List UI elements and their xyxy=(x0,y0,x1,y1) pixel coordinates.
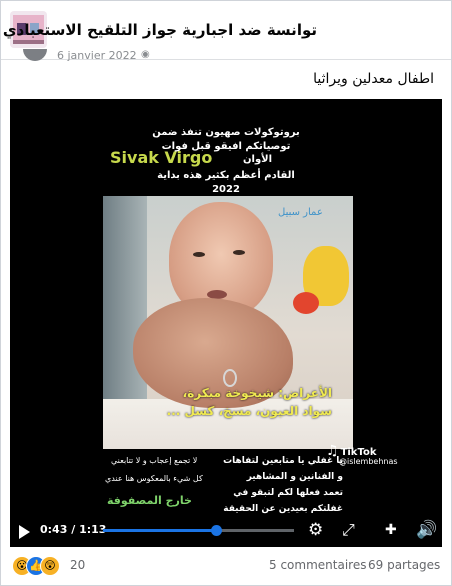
video-overlay-line: الأوان xyxy=(243,154,273,165)
volume-icon[interactable]: 🔊 xyxy=(416,520,437,540)
group-title[interactable]: توانسة ضد اجبارية جواز التلقيح الاستعباد… xyxy=(3,21,317,39)
globe-icon: ◉ xyxy=(141,49,150,60)
reactions[interactable]: 😮 👍 😲 xyxy=(12,556,66,576)
caption-line: الأعراض: شيخوخة مبكرة، xyxy=(182,386,332,400)
post-meta: 6 janvier 2022 ◉ xyxy=(23,49,153,63)
video-player[interactable]: بروتوكولات صهيون تنفذ ضمن توصياتكم افيقو… xyxy=(10,99,442,547)
video-overlay-line: بروتوكولات صهيون تنفذ ضمن xyxy=(152,127,300,138)
shares-link[interactable]: 69 partages xyxy=(368,558,440,572)
watermark: عمار سبيل xyxy=(278,207,323,218)
fullscreen-icon[interactable]: ⤢ xyxy=(342,520,355,540)
caption-line: سواد العيون، مسخ، كسل ... xyxy=(166,404,332,418)
play-icon[interactable] xyxy=(19,525,30,539)
progress-fill xyxy=(103,529,216,532)
video-overlay-line: 2022 xyxy=(212,184,240,195)
video-overlay-line: القادم أعظم بكثير هذه بداية xyxy=(157,170,295,181)
video-controls: 0:43 / 1:13 ⚙ ⤢ ✚ 🔊 xyxy=(10,509,442,547)
reaction-count[interactable]: 20 xyxy=(70,558,85,572)
video-overlay-line: توصياتكم افيقو قبل فوات xyxy=(161,141,291,152)
post-card: توانسة ضد اجبارية جواز التلقيح الاستعباد… xyxy=(0,0,452,586)
gear-icon[interactable]: ⚙ xyxy=(308,520,323,540)
video-time: 0:43 / 1:13 xyxy=(40,523,107,536)
post-footer: 😮 👍 😲 20 5 commentaires 69 partages xyxy=(1,547,451,585)
brand-text: Sivak Virgo xyxy=(110,148,213,167)
bottom-left-line: لا تجمع إعجاب و لا تتابعني xyxy=(111,456,198,465)
bottom-right-line: تعمد فعلها لكم لتبقو في xyxy=(233,488,343,498)
progress-handle[interactable] xyxy=(210,525,222,536)
bottom-right-line: يا غفلي يا متابعين لتفاهات xyxy=(223,456,343,466)
surprise-reaction-icon: 😲 xyxy=(40,556,60,576)
bottom-left-green: خارج المصفوفة xyxy=(107,494,192,507)
post-text: اطفال معدلين ويراثيا xyxy=(313,71,434,87)
progress-bar[interactable] xyxy=(103,525,294,536)
author-avatar[interactable] xyxy=(23,49,47,61)
unknown-icon[interactable]: ✚ xyxy=(385,520,397,540)
comments-link[interactable]: 5 commentaires xyxy=(269,558,366,572)
post-date[interactable]: 6 janvier 2022 xyxy=(57,49,137,62)
tiktok-handle: @islembehnas xyxy=(339,457,398,466)
bottom-right-line: و الفنانين و المشاهير xyxy=(246,472,343,482)
bottom-left-line: كل شيء بالمعكوس هنا عندي xyxy=(105,474,203,483)
